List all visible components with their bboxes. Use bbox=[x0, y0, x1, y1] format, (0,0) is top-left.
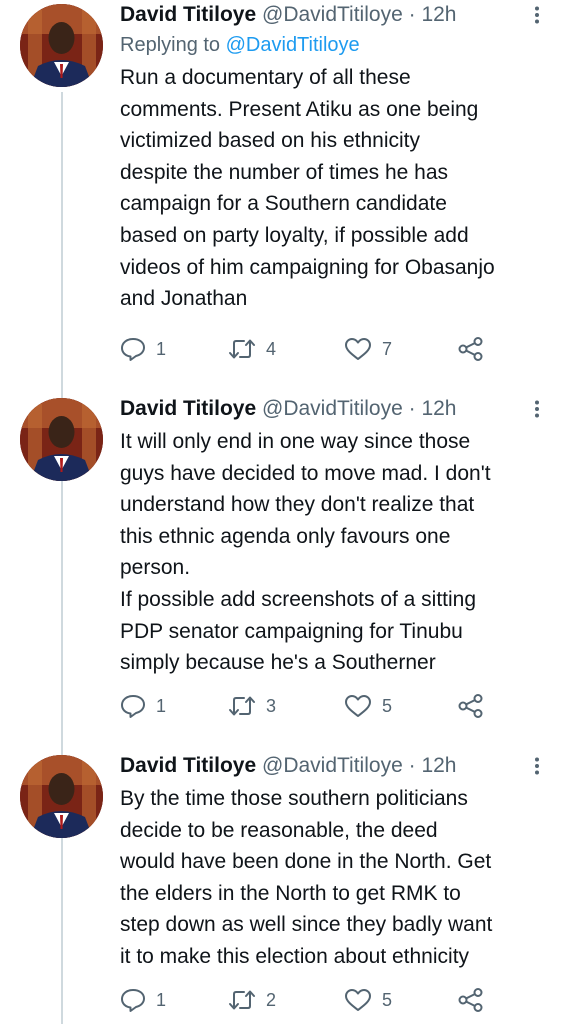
text-line: campaign for a Southern candidate bbox=[120, 192, 447, 216]
avatar[interactable] bbox=[20, 4, 103, 87]
text-line: would have been done in the North. Get bbox=[120, 850, 492, 874]
reply-icon bbox=[121, 989, 145, 1012]
text-line: simply because he's a Southerner bbox=[120, 651, 436, 675]
share-button[interactable] bbox=[458, 334, 494, 364]
share-button[interactable] bbox=[458, 691, 494, 721]
retweet-icon bbox=[229, 696, 255, 716]
text-line: If possible add screenshots of a sitting bbox=[120, 587, 477, 611]
more-vertical-icon[interactable] bbox=[534, 757, 540, 775]
timestamp[interactable]: 12h bbox=[421, 754, 456, 777]
like-count: 5 bbox=[382, 695, 393, 716]
like-count: 5 bbox=[382, 989, 393, 1010]
reply-count: 1 bbox=[156, 695, 167, 716]
share-icon bbox=[458, 337, 483, 361]
text-line: It will only end in one way since those bbox=[120, 430, 471, 453]
tweet-text: It will only end in one way since those … bbox=[120, 426, 546, 679]
like-icon bbox=[345, 695, 371, 717]
text-line: the elders in the North to get RMK to bbox=[120, 881, 461, 905]
replying-to: Replying to @DavidTitiloye bbox=[120, 30, 546, 60]
text-line: decide to be reasonable, the deed bbox=[120, 818, 438, 842]
reply-count: 1 bbox=[156, 989, 167, 1010]
like-icon bbox=[345, 338, 371, 360]
text-line: it to make this election about ethnicity bbox=[120, 944, 470, 968]
text-line: PDP senator campaigning for Tinubu bbox=[120, 619, 463, 643]
text-line: understand how they don't realize that bbox=[120, 493, 475, 517]
share-button[interactable] bbox=[458, 985, 494, 1015]
retweet-icon bbox=[229, 990, 255, 1010]
timestamp[interactable]: 12h bbox=[421, 397, 456, 420]
tweet-header: David Titiloye @DavidTitiloye · 12h bbox=[120, 394, 546, 424]
text-line: person. bbox=[120, 556, 191, 580]
action-bar: 1 4 7 bbox=[120, 334, 500, 364]
author-handle[interactable]: @DavidTitiloye bbox=[262, 754, 403, 777]
action-bar: 1 2 5 bbox=[120, 985, 500, 1015]
tweet-text: Run a documentary of all these comments.… bbox=[120, 62, 546, 315]
text-line: despite the number of times he has bbox=[120, 160, 449, 184]
more-vertical-icon[interactable] bbox=[534, 6, 540, 24]
more-vertical-icon[interactable] bbox=[534, 400, 540, 418]
author-name[interactable]: David Titiloye bbox=[120, 397, 256, 420]
share-icon bbox=[458, 988, 483, 1012]
avatar[interactable] bbox=[20, 755, 103, 838]
avatar[interactable] bbox=[20, 398, 103, 481]
reply-button[interactable]: 1 bbox=[120, 985, 166, 1015]
text-line: guys have decided to move mad. I don't bbox=[120, 461, 491, 485]
avatar-image bbox=[20, 4, 103, 87]
text-line: this ethnic agenda only favours one bbox=[120, 524, 451, 548]
mention-link[interactable]: @DavidTitiloye bbox=[226, 34, 360, 56]
reply-icon bbox=[121, 695, 145, 718]
avatar-image bbox=[20, 398, 103, 481]
tweet-header: David Titiloye @DavidTitiloye · 12h bbox=[120, 751, 546, 781]
retweet-icon bbox=[229, 339, 255, 359]
retweet-count: 4 bbox=[266, 338, 277, 359]
like-button[interactable]: 7 bbox=[344, 334, 392, 364]
separator-dot: · bbox=[408, 754, 416, 777]
reply-count: 1 bbox=[156, 338, 167, 359]
replying-prefix: Replying to bbox=[120, 34, 221, 56]
separator-dot: · bbox=[408, 397, 416, 420]
text-line: comments. Present Atiku as one being bbox=[120, 97, 479, 121]
reply-button[interactable]: 1 bbox=[120, 691, 166, 721]
action-bar: 1 3 5 bbox=[120, 691, 500, 721]
avatar-image bbox=[20, 755, 103, 838]
text-line: victimized based on his ethnicity bbox=[120, 129, 420, 153]
thread-connector-line bbox=[61, 92, 63, 1024]
text-line: step down as well since they badly want bbox=[120, 913, 493, 937]
retweet-button[interactable]: 2 bbox=[228, 985, 276, 1015]
reply-button[interactable]: 1 bbox=[120, 334, 166, 364]
tweet-text: By the time those southern politicians d… bbox=[120, 783, 546, 973]
retweet-count: 2 bbox=[266, 989, 277, 1010]
share-icon bbox=[458, 694, 483, 718]
retweet-button[interactable]: 4 bbox=[228, 334, 276, 364]
author-handle[interactable]: @DavidTitiloye bbox=[262, 3, 403, 26]
like-icon bbox=[345, 989, 371, 1011]
text-line: videos of him campaigning for Obasanjo bbox=[120, 255, 495, 279]
author-name[interactable]: David Titiloye bbox=[120, 3, 256, 26]
reply-icon bbox=[121, 338, 145, 361]
timestamp[interactable]: 12h bbox=[421, 3, 456, 26]
separator-dot: · bbox=[408, 3, 416, 26]
text-line: based on party loyalty, if possible add bbox=[120, 223, 469, 247]
text-line: Run a documentary of all these bbox=[120, 66, 411, 89]
author-name[interactable]: David Titiloye bbox=[120, 754, 256, 777]
like-count: 7 bbox=[382, 338, 393, 359]
author-handle[interactable]: @DavidTitiloye bbox=[262, 397, 403, 420]
like-button[interactable]: 5 bbox=[344, 985, 392, 1015]
text-line: and Jonathan bbox=[120, 287, 248, 311]
tweet-header: David Titiloye @DavidTitiloye · 12h bbox=[120, 0, 546, 30]
text-line: By the time those southern politicians bbox=[120, 787, 468, 810]
retweet-button[interactable]: 3 bbox=[228, 691, 276, 721]
retweet-count: 3 bbox=[266, 695, 277, 716]
like-button[interactable]: 5 bbox=[344, 691, 392, 721]
